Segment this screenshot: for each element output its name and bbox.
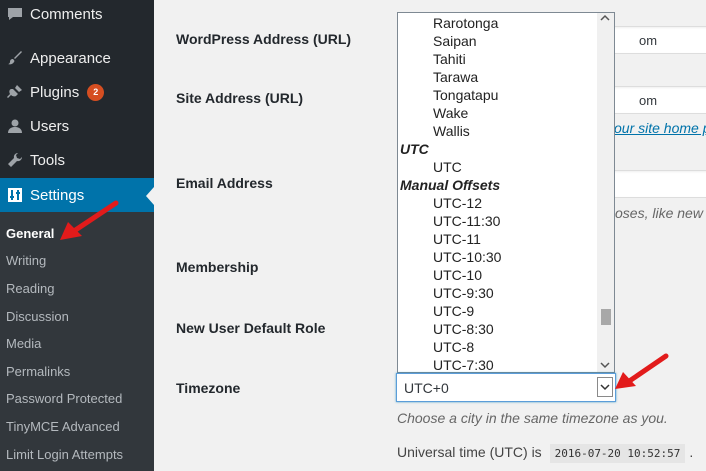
utc-suffix: . xyxy=(689,444,694,460)
site-address-input[interactable]: om xyxy=(600,86,706,114)
timezone-option[interactable]: UTC-10:30 xyxy=(433,249,501,265)
submenu-item-tinymce-advanced[interactable]: TinyMCE Advanced xyxy=(6,419,120,434)
settings-submenu: General Writing Reading Discussion Media… xyxy=(0,212,154,471)
timezone-option[interactable]: Wake xyxy=(433,105,468,121)
timezone-option[interactable]: UTC-7:30 xyxy=(433,357,494,372)
menu-item-plugins[interactable]: Plugins 2 xyxy=(0,75,154,109)
submenu-item-writing[interactable]: Writing xyxy=(6,253,46,268)
timezone-option[interactable]: UTC-9:30 xyxy=(433,285,494,301)
timezone-option[interactable]: UTC-10 xyxy=(433,267,482,283)
timezone-option[interactable]: UTC-11 xyxy=(433,231,481,247)
timezone-option[interactable]: Saipan xyxy=(433,33,477,49)
utc-time-code: 2016-07-20 10:52:57 xyxy=(549,444,686,463)
optgroup-manual-offsets: Manual Offsets xyxy=(400,177,501,193)
timezone-select[interactable]: UTC+0 xyxy=(396,373,616,402)
timezone-dropdown-list[interactable]: Rarotonga Saipan Tahiti Tarawa Tongatapu… xyxy=(397,12,615,373)
submenu-item-reading[interactable]: Reading xyxy=(6,281,54,296)
timezone-selected-value: UTC+0 xyxy=(404,380,449,396)
wrench-icon xyxy=(0,152,30,168)
settings-sliders-icon xyxy=(0,187,30,203)
comments-icon xyxy=(0,7,30,21)
wp-address-input[interactable]: om xyxy=(600,26,706,54)
scrollbar-thumb[interactable] xyxy=(601,309,611,325)
menu-item-users[interactable]: Users xyxy=(0,109,154,143)
universal-time-line: Universal time (UTC) is 2016-07-20 10:52… xyxy=(397,444,694,463)
menu-label: Plugins xyxy=(30,83,80,101)
chevron-down-icon[interactable] xyxy=(600,361,610,372)
menu-item-tools[interactable]: Tools xyxy=(0,143,154,177)
timezone-label: Timezone xyxy=(176,380,241,396)
timezone-option[interactable]: Tarawa xyxy=(433,69,478,85)
submenu-item-general[interactable]: General xyxy=(6,226,54,241)
chevron-down-icon[interactable] xyxy=(597,377,613,397)
submenu-item-password-protected[interactable]: Password Protected xyxy=(6,391,122,406)
utc-prefix: Universal time (UTC) is xyxy=(397,444,542,460)
paintbrush-icon xyxy=(0,50,30,66)
annotation-arrow-timezone xyxy=(615,353,669,389)
site-address-description: our site home p xyxy=(614,120,706,136)
annotation-arrow-general xyxy=(60,200,119,240)
menu-label: Comments xyxy=(30,5,103,23)
user-icon xyxy=(0,118,30,134)
timezone-option[interactable]: Tongatapu xyxy=(433,87,498,103)
email-input[interactable] xyxy=(600,170,706,198)
timezone-option[interactable]: UTC-11:30 xyxy=(433,213,500,229)
submenu-item-media[interactable]: Media xyxy=(6,336,41,351)
timezone-option[interactable]: Wallis xyxy=(433,123,470,139)
menu-label: Tools xyxy=(30,151,66,169)
plug-icon xyxy=(0,84,30,100)
timezone-option[interactable]: Tahiti xyxy=(433,51,466,67)
wp-address-value: om xyxy=(639,33,658,48)
timezone-option[interactable]: Rarotonga xyxy=(433,15,498,31)
submenu-item-discussion[interactable]: Discussion xyxy=(6,309,69,324)
timezone-option[interactable]: UTC-8:30 xyxy=(433,321,494,337)
site-address-value: om xyxy=(639,93,658,108)
timezone-option[interactable]: UTC-12 xyxy=(433,195,482,211)
default-role-label: New User Default Role xyxy=(176,320,326,336)
update-count-badge: 2 xyxy=(87,83,105,101)
optgroup-utc: UTC xyxy=(400,141,429,157)
timezone-option[interactable]: UTC-9 xyxy=(433,303,474,319)
submenu-item-limit-login-attempts[interactable]: Limit Login Attempts xyxy=(6,447,123,462)
timezone-description: Choose a city in the same timezone as yo… xyxy=(397,410,668,426)
membership-label: Membership xyxy=(176,259,259,275)
site-address-label: Site Address (URL) xyxy=(176,90,304,106)
menu-item-appearance[interactable]: Appearance xyxy=(0,41,154,75)
email-label: Email Address xyxy=(176,175,273,191)
menu-label: Appearance xyxy=(30,49,111,67)
timezone-option[interactable]: UTC-8 xyxy=(433,339,474,355)
menu-item-comments[interactable]: Comments xyxy=(0,0,154,31)
email-description: oses, like new u xyxy=(615,205,706,221)
chevron-up-icon[interactable] xyxy=(600,14,610,25)
dropdown-scrollbar[interactable] xyxy=(597,13,614,372)
site-home-link[interactable]: our site home p xyxy=(614,120,706,136)
wp-address-label: WordPress Address (URL) xyxy=(176,31,352,47)
submenu-item-permalinks[interactable]: Permalinks xyxy=(6,364,70,379)
menu-label: Users xyxy=(30,117,70,135)
active-menu-notch xyxy=(146,187,154,205)
timezone-option[interactable]: UTC xyxy=(433,159,462,175)
